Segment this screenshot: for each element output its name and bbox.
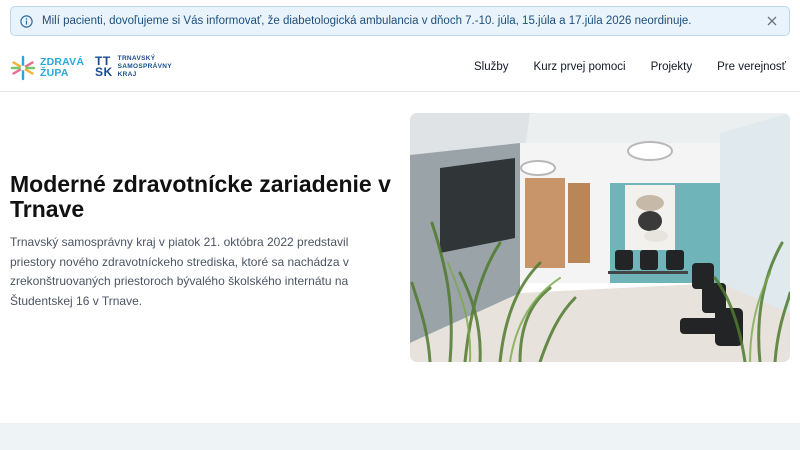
close-icon[interactable] bbox=[765, 14, 779, 28]
footer-band bbox=[0, 423, 800, 450]
info-icon bbox=[20, 14, 33, 28]
nav-item-sluzby[interactable]: Služby bbox=[474, 59, 509, 75]
hero-title: Moderné zdravotnícke zariadenie v Trnave bbox=[10, 171, 391, 222]
main-nav: Služby Kurz prvej pomoci Projekty Pre ve… bbox=[449, 59, 786, 75]
ttsk-mark-bottom: SK bbox=[95, 65, 113, 79]
hero-image bbox=[410, 113, 790, 362]
hero-description: Trnavský samosprávny kraj v piatok 21. o… bbox=[10, 235, 349, 308]
ttsk-line-1: TRNAVSKÝ bbox=[117, 55, 156, 62]
snowflake-logo-icon bbox=[10, 55, 36, 81]
nav-item-kurz-prvej-pomoci[interactable]: Kurz prvej pomoci bbox=[534, 59, 626, 75]
ttsk-line-2: SAMOSPRÁVNY bbox=[117, 63, 172, 70]
nav-item-pre-verejnost[interactable]: Pre verejnosť bbox=[717, 59, 786, 75]
nav-item-projekty[interactable]: Projekty bbox=[651, 59, 693, 75]
notice-text: Milí pacienti, dovoľujeme si Vás informo… bbox=[42, 15, 692, 27]
ttsk-logo[interactable]: TT SK TRNAVSKÝ SAMOSPRÁVNY KRAJ bbox=[95, 55, 172, 79]
zdrava-zupa-logo[interactable]: ZDRAVÁ ŽUPA bbox=[10, 55, 84, 81]
logo-word-zupa: ŽUPA bbox=[40, 67, 69, 79]
ttsk-line-3: KRAJ bbox=[117, 71, 137, 78]
notice-banner: Milí pacienti, dovoľujeme si Vás informo… bbox=[10, 6, 790, 36]
